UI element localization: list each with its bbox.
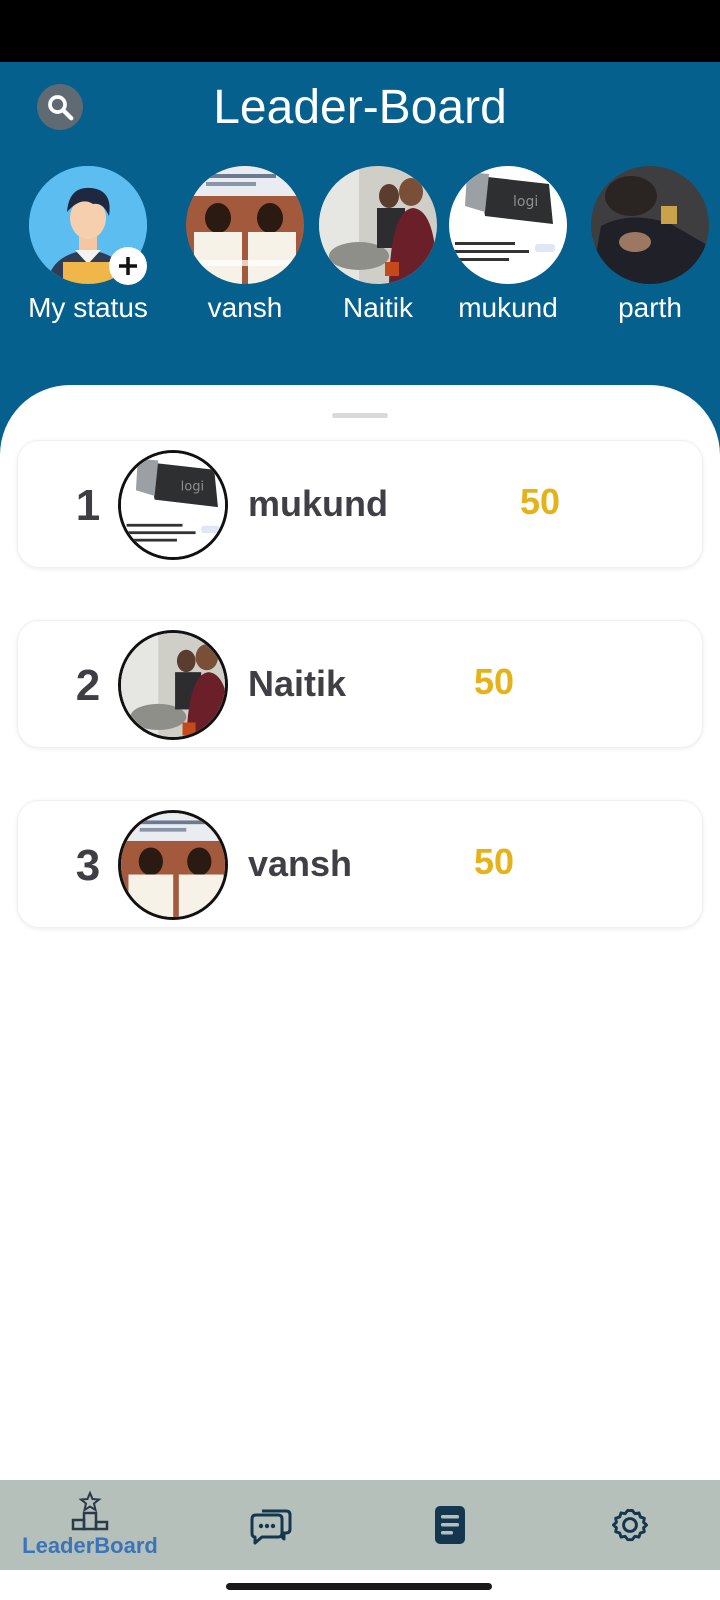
rank-number: 3 bbox=[75, 841, 101, 890]
player-score: 50 bbox=[474, 661, 515, 702]
rank-number: 2 bbox=[75, 661, 101, 710]
avatar bbox=[591, 166, 709, 284]
plus-icon bbox=[119, 257, 137, 275]
svg-text:logi: logi bbox=[181, 479, 205, 494]
nav-chats[interactable] bbox=[230, 1480, 310, 1570]
story-name: parth bbox=[618, 292, 682, 323]
story-mukund[interactable]: logi mukund bbox=[448, 166, 568, 324]
svg-text:logi: logi bbox=[513, 194, 538, 210]
nav-documents[interactable] bbox=[410, 1480, 490, 1570]
player-name: Naitik bbox=[248, 663, 347, 704]
player-score: 50 bbox=[474, 841, 515, 882]
story-vansh[interactable]: vansh bbox=[185, 166, 305, 324]
story-my-status[interactable]: My status bbox=[28, 166, 148, 324]
add-status-button[interactable] bbox=[109, 247, 147, 285]
document-icon bbox=[435, 1506, 465, 1544]
chat-bubbles-icon bbox=[250, 1509, 292, 1545]
bottom-nav: LeaderBoard bbox=[0, 1480, 720, 1570]
avatar bbox=[118, 630, 228, 740]
story-name: vansh bbox=[207, 292, 283, 323]
story-parth[interactable]: parth bbox=[590, 166, 710, 324]
sheet-drag-handle[interactable] bbox=[332, 413, 388, 418]
podium-icon bbox=[71, 1491, 109, 1531]
rank-number: 1 bbox=[75, 481, 101, 530]
nav-leaderboard[interactable]: LeaderBoard bbox=[10, 1480, 170, 1570]
story-naitik[interactable]: Naitik bbox=[318, 166, 438, 324]
story-name: mukund bbox=[458, 292, 558, 323]
player-score: 50 bbox=[520, 481, 561, 522]
story-name: My status bbox=[28, 292, 148, 323]
avatar: logi bbox=[118, 450, 228, 560]
nav-settings[interactable] bbox=[590, 1480, 670, 1570]
avatar bbox=[118, 810, 228, 920]
leaderboard-row[interactable]: 3 vansh 50 bbox=[17, 800, 703, 928]
nav-label: LeaderBoard bbox=[22, 1533, 158, 1558]
avatar: logi bbox=[449, 166, 567, 284]
player-name: vansh bbox=[248, 843, 353, 884]
leaderboard-row[interactable]: 2 Naitik 50 bbox=[17, 620, 703, 748]
leaderboard-row[interactable]: 1 logi mukund 50 bbox=[17, 440, 703, 568]
page-title: Leader-Board bbox=[213, 81, 507, 134]
player-name: mukund bbox=[248, 483, 388, 524]
gear-icon bbox=[612, 1508, 648, 1542]
status-bar bbox=[0, 0, 720, 62]
avatar bbox=[186, 166, 304, 284]
story-name: Naitik bbox=[342, 292, 413, 323]
avatar bbox=[319, 166, 437, 284]
home-indicator[interactable] bbox=[226, 1583, 492, 1590]
